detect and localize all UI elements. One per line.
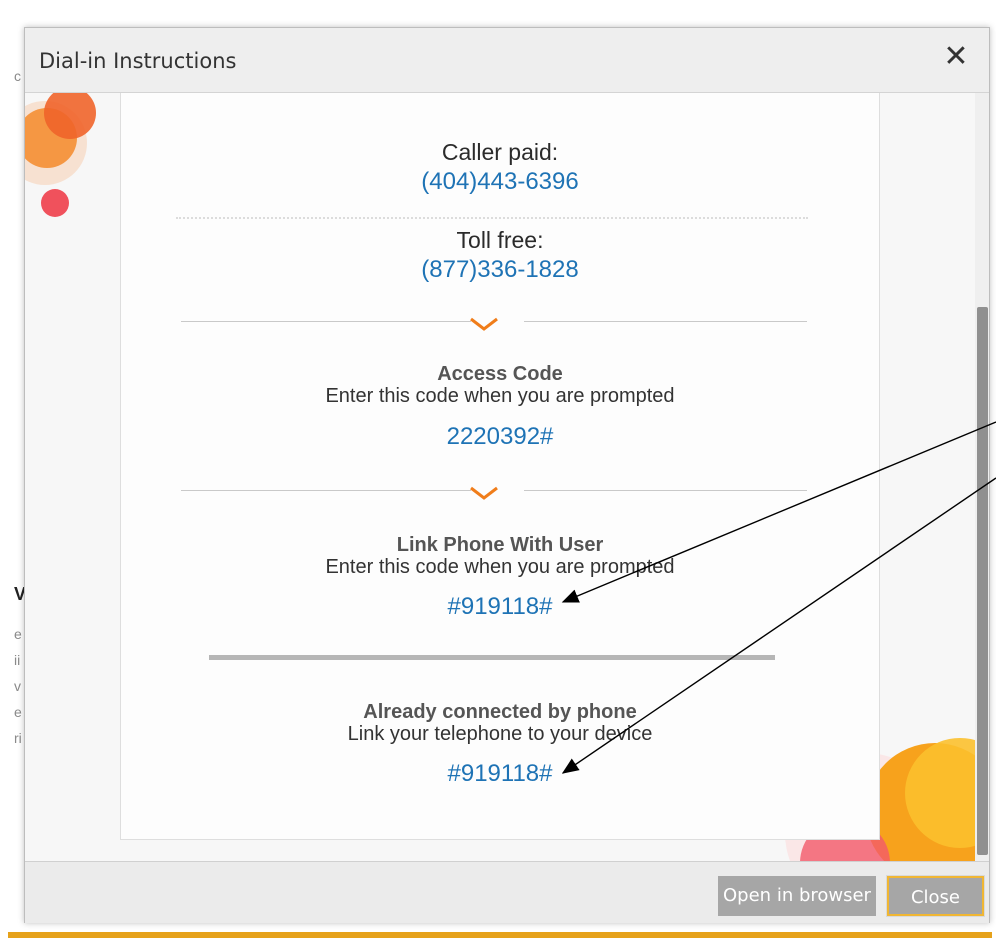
toll-free-label: Toll free:: [456, 227, 544, 253]
background-text-fragment: ii: [14, 652, 21, 668]
instructions-panel: Caller paid: (404)443-6396 Toll free: (8…: [120, 93, 880, 840]
access-code-instruction: Enter this code when you are prompted: [325, 385, 675, 407]
link-phone-heading: Link Phone With User: [396, 534, 604, 556]
section-divider: [209, 655, 775, 660]
dialog-body: Caller paid: (404)443-6396 Toll free: (8…: [25, 93, 989, 861]
already-connected-code: #919118#: [447, 760, 553, 787]
already-connected-heading: Already connected by phone: [363, 701, 637, 723]
caller-paid-number[interactable]: (404)443-6396: [121, 168, 879, 196]
access-code-value: 2220392#: [446, 423, 554, 450]
background-text-fragment: ri: [14, 730, 22, 746]
close-button[interactable]: Close: [886, 875, 985, 917]
vertical-scrollbar[interactable]: [975, 93, 989, 861]
close-icon[interactable]: ✕: [941, 42, 971, 72]
link-phone-instruction: Enter this code when you are prompted: [325, 556, 675, 578]
dial-in-dialog: Dial-in Instructions ✕ Caller paid: (404…: [24, 27, 990, 923]
dialog-titlebar: Dial-in Instructions ✕: [25, 28, 989, 93]
divider-line: [524, 321, 807, 322]
dotted-divider: [176, 217, 808, 219]
access-code-heading: Access Code: [437, 363, 563, 385]
chevron-down-icon: [470, 486, 498, 500]
toll-free-number[interactable]: (877)336-1828: [121, 256, 879, 284]
divider-line: [181, 321, 471, 322]
chevron-down-icon: [470, 317, 498, 331]
divider-line: [181, 490, 471, 491]
open-in-browser-button[interactable]: Open in browser: [718, 876, 876, 916]
dialog-footer: Open in browser Close: [25, 861, 989, 923]
caller-paid-label: Caller paid:: [441, 139, 559, 165]
scrollbar-thumb[interactable]: [977, 307, 988, 855]
decorative-circles-icon: [25, 93, 96, 217]
background-text-fragment: c: [14, 68, 21, 84]
background-text-fragment: e: [14, 704, 22, 720]
background-text-fragment: e: [14, 626, 22, 642]
background-text-fragment: v: [14, 678, 21, 694]
link-phone-code: #919118#: [447, 593, 553, 620]
divider-line: [524, 490, 807, 491]
dialog-title: Dial-in Instructions: [39, 49, 237, 73]
already-connected-instruction: Link your telephone to your device: [347, 723, 653, 745]
